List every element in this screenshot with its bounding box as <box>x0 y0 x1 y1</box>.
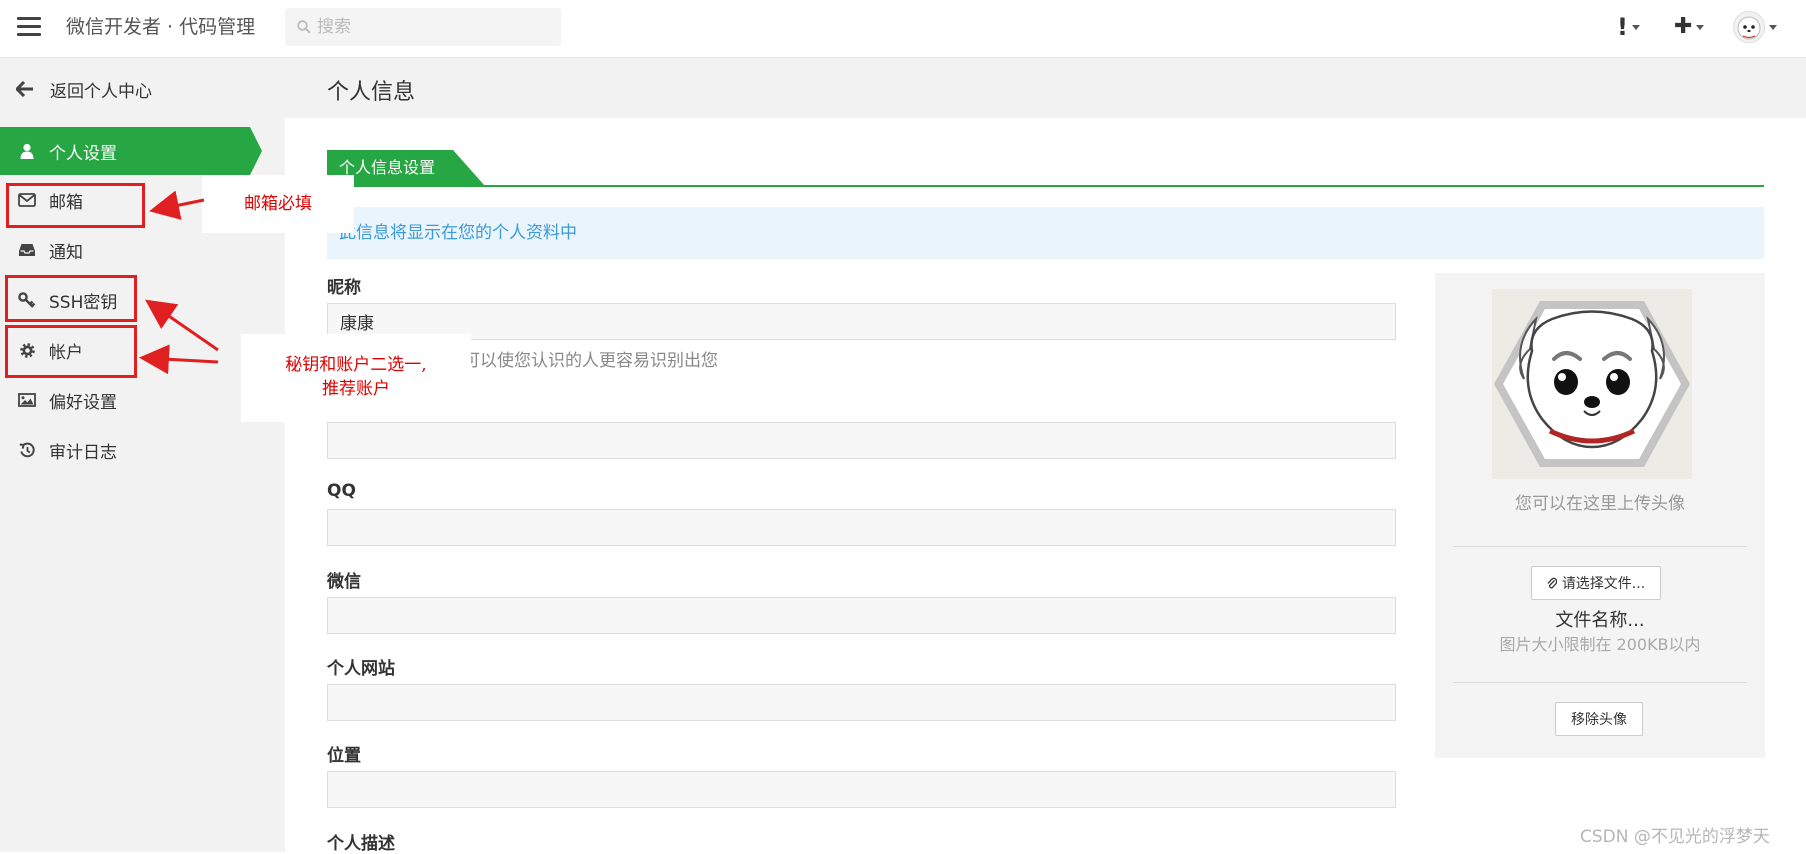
arrow-to-email <box>149 190 205 220</box>
watermark: CSDN @不见光的浮梦天 <box>1580 827 1770 847</box>
arrow-to-ssh-keys <box>145 299 219 352</box>
annotation-arrows <box>139 190 219 375</box>
arrow-to-account <box>139 344 219 375</box>
